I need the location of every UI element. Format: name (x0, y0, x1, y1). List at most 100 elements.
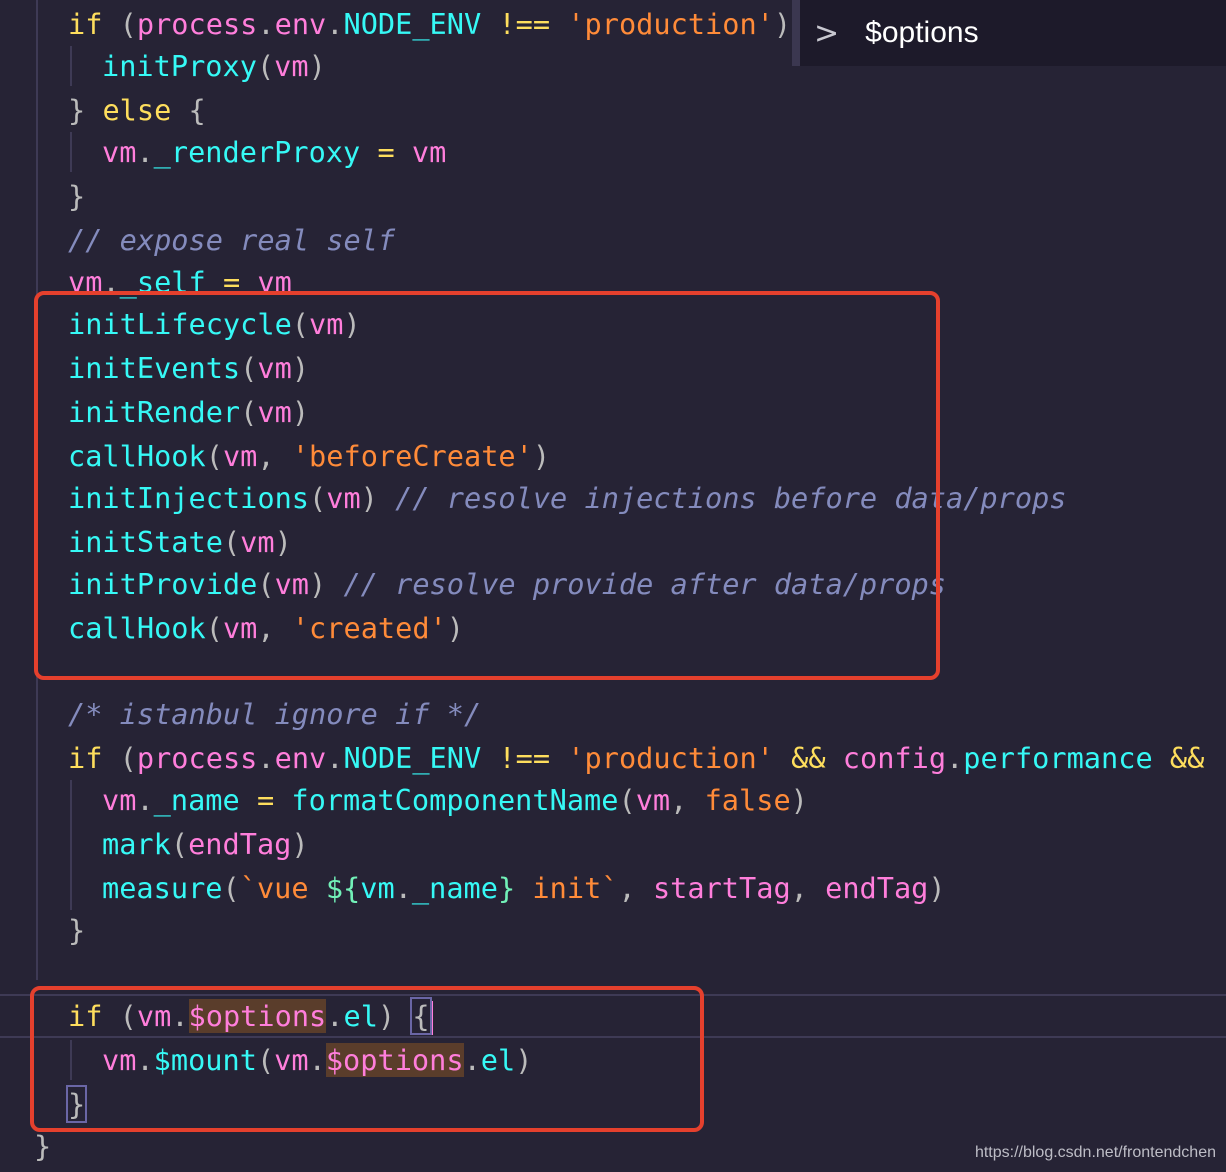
code-line[interactable]: /* istanbul ignore if */ (0, 692, 481, 736)
code-token: { (171, 93, 206, 127)
code-token: initProxy (102, 49, 257, 83)
code-token: ( (256, 49, 275, 83)
code-token: ( (618, 783, 636, 817)
code-token: vm (360, 871, 395, 905)
highlight-box-init-calls (34, 291, 940, 680)
indent-guide (70, 780, 72, 910)
indent-guide (70, 132, 72, 172)
code-token: vm (635, 783, 671, 817)
watermark: https://blog.csdn.net/frontendchen (974, 1144, 1216, 1161)
code-token: endTag (825, 871, 929, 905)
code-token: _renderProxy (153, 135, 361, 169)
breadcrumb-separator (792, 0, 800, 66)
code-token: ) (308, 49, 326, 83)
code-line[interactable]: vm._name = formatComponentName(vm, false… (0, 778, 808, 822)
code-token: } (68, 179, 86, 213)
code-token: && (1169, 741, 1205, 775)
code-token: env (274, 7, 327, 41)
code-token: NODE_ENV (343, 741, 482, 775)
code-token: 'production' (567, 7, 774, 41)
indent-guide (70, 46, 72, 86)
code-line[interactable]: mark(endTag) (0, 822, 309, 866)
code-token: formatComponentName (291, 783, 619, 817)
code-token: } (68, 93, 103, 127)
code-token: ) (291, 827, 309, 861)
code-token: . (257, 7, 275, 41)
code-token: vm (102, 135, 137, 169)
code-token: . (394, 871, 412, 905)
code-token: ( (102, 741, 137, 775)
code-token: measure (102, 871, 223, 905)
code-token: , (790, 871, 826, 905)
code-token: && (791, 741, 826, 775)
chevron-right-icon[interactable]: > (814, 16, 839, 51)
code-token: . (257, 741, 275, 775)
code-token: . (326, 7, 344, 41)
code-token: } (68, 913, 86, 947)
code-token: ) (928, 871, 946, 905)
code-token: . (136, 783, 154, 817)
code-line[interactable]: if (process.env.NODE_ENV !== 'production… (0, 736, 1204, 780)
code-token: false (704, 783, 791, 817)
code-token: else (102, 93, 172, 127)
code-token: if (68, 741, 103, 775)
code-token: performance (963, 741, 1153, 775)
code-token: ( (170, 827, 189, 861)
code-token: _name (411, 871, 498, 905)
code-token: mark (102, 827, 171, 861)
breadcrumb: > $options (792, 0, 1226, 66)
code-line[interactable]: } else { (0, 88, 206, 132)
code-token: ) (773, 7, 792, 41)
code-token: `vue (239, 871, 326, 905)
code-token: , (618, 871, 653, 905)
code-token: endTag (188, 827, 292, 861)
code-line[interactable]: measure(`vue ${vm._name} init`, startTag… (0, 866, 946, 910)
code-token: /* istanbul ignore if */ (68, 697, 482, 731)
breadcrumb-symbol[interactable]: $options (865, 16, 978, 50)
code-line[interactable]: initProxy(vm) (0, 44, 326, 88)
code-token: vm (411, 135, 447, 169)
code-token: vm (274, 49, 309, 83)
code-line[interactable]: if (process.env.NODE_ENV !== 'production… (0, 2, 791, 46)
code-token: if (68, 7, 103, 41)
code-token: process (136, 741, 258, 775)
code-line[interactable]: } (0, 908, 85, 952)
code-token: ( (102, 7, 137, 41)
code-token: } (34, 1129, 52, 1163)
code-token: ) (790, 783, 808, 817)
code-token: = (256, 783, 275, 817)
code-token: !== (498, 741, 551, 775)
code-line[interactable]: // expose real self (0, 218, 395, 262)
code-token: NODE_ENV (343, 7, 482, 41)
code-token: !== (498, 7, 551, 41)
code-token: ${ (325, 871, 361, 905)
code-line[interactable]: } (0, 174, 85, 218)
code-token: config (842, 741, 947, 775)
code-token: // expose real self (68, 223, 396, 257)
code-token: ( (222, 871, 240, 905)
code-token: startTag (652, 871, 791, 905)
code-token: . (136, 135, 154, 169)
highlight-box-mount-block (30, 986, 704, 1132)
code-editor[interactable]: if (process.env.NODE_ENV !== 'production… (0, 0, 1226, 1172)
code-token: . (326, 741, 344, 775)
code-line[interactable]: vm._renderProxy = vm (0, 130, 446, 174)
code-token: , (670, 783, 705, 817)
code-token: vm (102, 783, 137, 817)
code-token: process (136, 7, 258, 41)
code-token: env (274, 741, 327, 775)
code-token: } (497, 871, 516, 905)
code-token: . (946, 741, 964, 775)
code-token: 'production' (567, 741, 774, 775)
